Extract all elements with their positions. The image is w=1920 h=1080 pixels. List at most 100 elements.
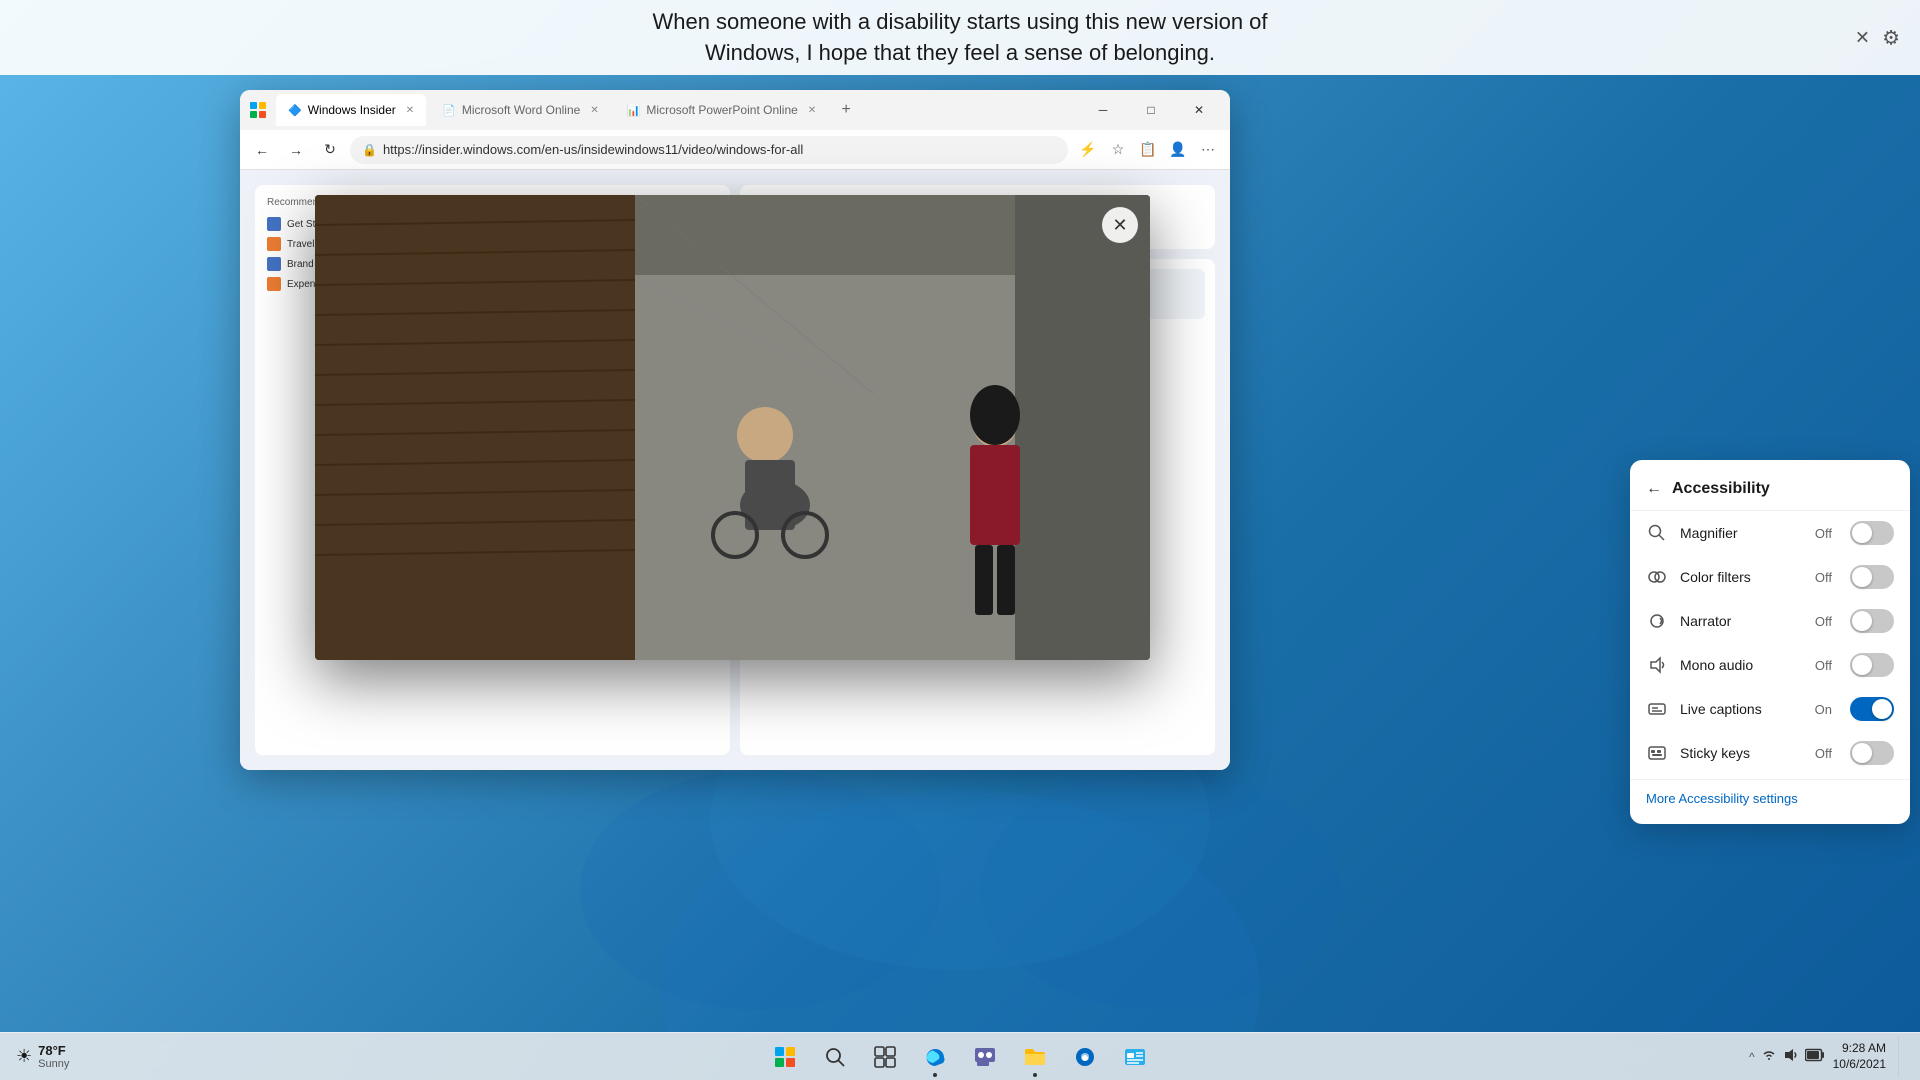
favorites-icon[interactable]: ☆: [1104, 136, 1132, 164]
battery-icon[interactable]: [1805, 1047, 1825, 1066]
accessibility-item-magnifier: Magnifier Off: [1630, 511, 1910, 555]
tab-close-windows-insider[interactable]: ✕: [406, 105, 414, 116]
news-widget-button[interactable]: [1113, 1035, 1157, 1079]
system-icons: ^: [1749, 1047, 1825, 1066]
edge-browser-button[interactable]: [913, 1035, 957, 1079]
tab-powerpoint-online[interactable]: 📊 Microsoft PowerPoint Online ✕: [615, 94, 829, 126]
narrator-toggle[interactable]: [1850, 609, 1894, 633]
tab-windows-insider[interactable]: 🔷 Windows Insider ✕: [276, 94, 426, 126]
tab-close-word-online[interactable]: ✕: [590, 105, 598, 116]
mono-audio-icon: [1646, 654, 1668, 676]
url-text: https://insider.windows.com/en-us/inside…: [383, 142, 803, 157]
chat-button[interactable]: [963, 1035, 1007, 1079]
system-tray: ^: [1749, 1037, 1904, 1077]
notification-line2: Windows, I hope that they feel a sense o…: [705, 40, 1215, 65]
minimize-button[interactable]: ─: [1080, 94, 1126, 126]
refresh-button[interactable]: ↻: [316, 136, 344, 164]
task-view-button[interactable]: [863, 1035, 907, 1079]
notification-settings-icon[interactable]: ⚙: [1882, 25, 1900, 50]
magnifier-toggle[interactable]: [1850, 521, 1894, 545]
narrator-status: Off: [1815, 614, 1832, 629]
live-captions-toggle-thumb: [1872, 699, 1892, 719]
weather-condition: Sunny: [38, 1058, 69, 1070]
store-button[interactable]: [1063, 1035, 1107, 1079]
accessibility-item-live-captions: Live captions On: [1630, 687, 1910, 731]
narrator-icon: [1646, 610, 1668, 632]
video-close-button[interactable]: ✕: [1102, 207, 1138, 243]
weather-icon: ☀: [16, 1046, 32, 1067]
win-pane-2: [786, 1047, 795, 1056]
notification-close-button[interactable]: ✕: [1855, 27, 1870, 48]
browser-extensions-icon[interactable]: ⚡: [1074, 136, 1102, 164]
panel-back-button[interactable]: ←: [1646, 480, 1662, 498]
maximize-button[interactable]: □: [1128, 94, 1174, 126]
more-accessibility-settings-link[interactable]: More Accessibility settings: [1646, 791, 1798, 806]
search-icon: [824, 1046, 846, 1068]
folder-icon: [1023, 1045, 1047, 1069]
mono-audio-toggle[interactable]: [1850, 653, 1894, 677]
magnifier-label: Magnifier: [1680, 525, 1803, 541]
file-explorer-button[interactable]: [1013, 1035, 1057, 1079]
store-icon: [1073, 1045, 1097, 1069]
sticky-keys-label: Sticky keys: [1680, 745, 1803, 761]
new-tab-button[interactable]: +: [832, 96, 860, 124]
collections-icon[interactable]: 📋: [1134, 136, 1162, 164]
back-button[interactable]: ←: [248, 136, 276, 164]
window-controls: ─ □ ✕: [1080, 94, 1222, 126]
menu-icon[interactable]: ⋯: [1194, 136, 1222, 164]
weather-widget[interactable]: ☀ 78°F Sunny: [16, 1043, 69, 1070]
profile-icon[interactable]: 👤: [1164, 136, 1192, 164]
color-filters-status: Off: [1815, 570, 1832, 585]
magnifier-toggle-thumb: [1852, 523, 1872, 543]
network-icon[interactable]: [1761, 1047, 1777, 1066]
wifi-icon: [1761, 1047, 1777, 1063]
mono-audio-toggle-thumb: [1852, 655, 1872, 675]
video-player: ✕: [315, 195, 1150, 660]
address-bar[interactable]: 🔒 https://insider.windows.com/en-us/insi…: [350, 136, 1068, 164]
active-indicator: [933, 1073, 937, 1077]
color-filters-toggle[interactable]: [1850, 565, 1894, 589]
magnifier-status: Off: [1815, 526, 1832, 541]
accessibility-panel: ← Accessibility Magnifier Off Color filt…: [1630, 460, 1910, 824]
clock-time: 9:28 AM: [1833, 1041, 1886, 1057]
close-button[interactable]: ✕: [1176, 94, 1222, 126]
sticky-keys-toggle-thumb: [1852, 743, 1872, 763]
accessibility-item-mono-audio: Mono audio Off: [1630, 643, 1910, 687]
color-filters-toggle-thumb: [1852, 567, 1872, 587]
taskbar-left: ☀ 78°F Sunny: [16, 1043, 69, 1070]
notification-text: When someone with a disability starts us…: [652, 7, 1267, 69]
color-filters-icon: [1646, 566, 1668, 588]
toolbar-icons: ⚡ ☆ 📋 👤 ⋯: [1074, 136, 1222, 164]
sound-icon[interactable]: [1783, 1047, 1799, 1066]
forward-button[interactable]: →: [282, 136, 310, 164]
win-pane-4: [786, 1058, 795, 1067]
video-close-icon: ✕: [1112, 215, 1127, 236]
narrator-label: Narrator: [1680, 613, 1803, 629]
weather-temp: 78°F: [38, 1043, 69, 1058]
taskbar-center: [763, 1035, 1157, 1079]
sticky-keys-toggle[interactable]: [1850, 741, 1894, 765]
live-captions-label: Live captions: [1680, 701, 1803, 717]
color-filters-label: Color filters: [1680, 569, 1803, 585]
taskbar: ☀ 78°F Sunny: [0, 1032, 1920, 1080]
tab-word-online[interactable]: 📄 Microsoft Word Online ✕: [430, 94, 611, 126]
live-captions-toggle[interactable]: [1850, 697, 1894, 721]
show-desktop-button[interactable]: [1898, 1037, 1904, 1077]
notification-line1: When someone with a disability starts us…: [652, 9, 1267, 34]
browser-titlebar: 🔷 Windows Insider ✕ 📄 Microsoft Word Onl…: [240, 90, 1230, 130]
tab-close-powerpoint-online[interactable]: ✕: [808, 105, 816, 116]
clock-display[interactable]: 9:28 AM 10/6/2021: [1833, 1041, 1886, 1072]
windows-logo: [775, 1047, 795, 1067]
speaker-icon: [1783, 1047, 1799, 1063]
video-scene: [315, 195, 1150, 660]
search-button[interactable]: [813, 1035, 857, 1079]
tab-label-windows-insider: Windows Insider: [308, 103, 396, 117]
sticky-keys-icon: [1646, 742, 1668, 764]
video-content: [315, 195, 1150, 660]
start-button[interactable]: [763, 1035, 807, 1079]
sticky-keys-status: Off: [1815, 746, 1832, 761]
tab-label-word-online: Microsoft Word Online: [462, 103, 580, 117]
live-captions-icon: [1646, 698, 1668, 720]
narrator-toggle-thumb: [1852, 611, 1872, 631]
tray-overflow-button[interactable]: ^: [1749, 1050, 1755, 1064]
